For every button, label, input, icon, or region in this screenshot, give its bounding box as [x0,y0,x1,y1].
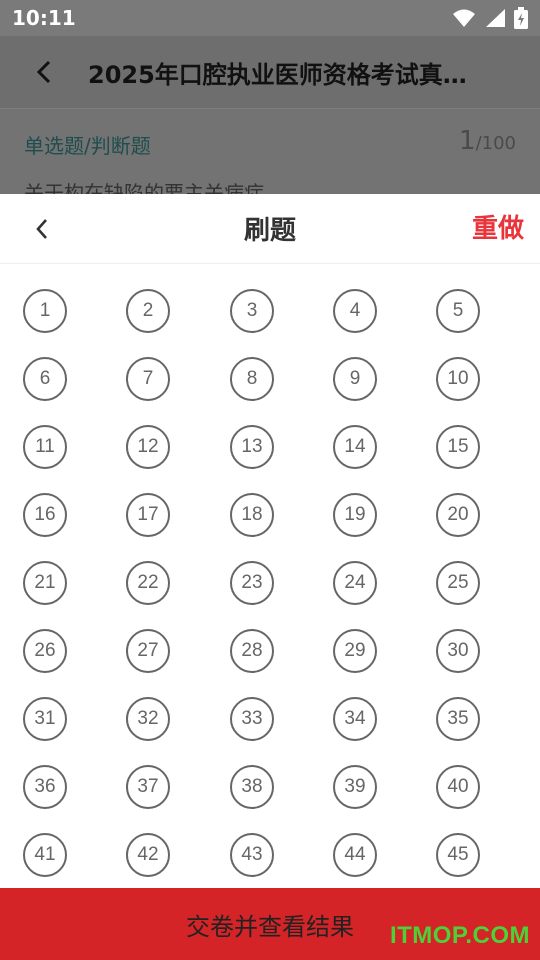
question-number-button[interactable]: 38 [230,765,274,809]
question-number-button[interactable]: 39 [333,765,377,809]
question-number-button[interactable]: 9 [333,357,377,401]
question-number-button[interactable]: 29 [333,629,377,673]
sheet-title: 刷题 [243,216,296,246]
question-number-button[interactable]: 43 [230,833,274,877]
total-questions: /100 [475,133,516,154]
status-bar: 10:11 [0,0,540,36]
question-number-button[interactable]: 37 [126,765,170,809]
question-number-button[interactable]: 8 [230,357,274,401]
question-number-button[interactable]: 15 [436,425,480,469]
question-number-button[interactable]: 11 [23,425,67,469]
answer-sheet-panel: 刷题 重做 1 2 3 4 5 6 7 8 9 10 11 12 13 14 15 16 17 18 19 20 21 2… [0,194,540,960]
background-title: 2025年口腔执业医师资格考试真… [88,60,467,89]
question-number-button[interactable]: 44 [333,833,377,877]
question-grid: 1 2 3 4 5 6 7 8 9 10 11 12 13 14 15 16 17 18 19 20 21 22 23 24 2… [0,265,540,887]
question-number-button[interactable]: 6 [23,357,67,401]
submit-label: 交卷并查看结果 [186,912,354,941]
question-number-button[interactable]: 33 [230,697,274,741]
background-header: 2025年口腔执业医师资格考试真… [0,36,540,108]
watermark: ITMOP.COM [389,922,530,949]
question-type-label: 单选题/判断题 [24,134,151,158]
question-number-button[interactable]: 45 [436,833,480,877]
question-number-button[interactable]: 16 [23,493,67,537]
question-number-button[interactable]: 5 [436,289,480,333]
redo-button[interactable]: 重做 [472,208,524,245]
question-number-button[interactable]: 36 [23,765,67,809]
question-number-button[interactable]: 19 [333,493,377,537]
wifi-icon [453,9,475,27]
question-number-button[interactable]: 27 [126,629,170,673]
question-number-button[interactable]: 17 [126,493,170,537]
question-number-button[interactable]: 40 [436,765,480,809]
sheet-back-button[interactable] [22,209,62,249]
question-number-button[interactable]: 12 [126,425,170,469]
question-number-button[interactable]: 4 [333,289,377,333]
question-number-button[interactable]: 3 [230,289,274,333]
background-question-info: 单选题/判断题 1/100 关于构在缺陷的要主关病症 [0,108,540,194]
question-number-button[interactable]: 10 [436,357,480,401]
question-number-button[interactable]: 1 [23,289,67,333]
divider [0,108,540,109]
background-back-button[interactable] [24,52,64,92]
question-number-button[interactable]: 25 [436,561,480,605]
question-number-button[interactable]: 26 [23,629,67,673]
question-number-button[interactable]: 28 [230,629,274,673]
question-number-button[interactable]: 24 [333,561,377,605]
question-number-button[interactable]: 32 [126,697,170,741]
status-icons [452,7,528,29]
question-number-button[interactable]: 35 [436,697,480,741]
question-number-button[interactable]: 22 [126,561,170,605]
chevron-left-icon [36,60,51,84]
question-number-button[interactable]: 23 [230,561,274,605]
question-number-button[interactable]: 21 [23,561,67,605]
signal-icon [486,9,505,27]
battery-icon [514,7,528,29]
question-number-button[interactable]: 30 [436,629,480,673]
question-number-button[interactable]: 2 [126,289,170,333]
question-number-button[interactable]: 42 [126,833,170,877]
question-number-button[interactable]: 34 [333,697,377,741]
question-number-button[interactable]: 31 [23,697,67,741]
question-number-button[interactable]: 41 [23,833,67,877]
question-counter: 1/100 [459,126,516,156]
current-question-number: 1 [459,126,476,156]
question-text-snippet: 关于构在缺陷的要主关病症 [24,181,264,194]
status-time: 10:11 [12,6,76,30]
sheet-header: 刷题 重做 [0,194,540,264]
chevron-left-icon [36,219,47,239]
question-number-button[interactable]: 14 [333,425,377,469]
question-number-button[interactable]: 7 [126,357,170,401]
question-number-button[interactable]: 13 [230,425,274,469]
question-number-button[interactable]: 18 [230,493,274,537]
question-number-button[interactable]: 20 [436,493,480,537]
